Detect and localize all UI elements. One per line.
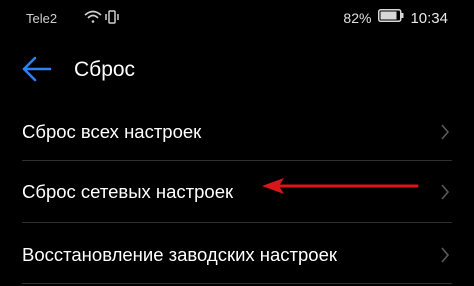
divider xyxy=(22,222,452,223)
chevron-right-icon xyxy=(440,247,450,263)
wifi-icon xyxy=(84,10,102,23)
chevron-right-icon xyxy=(440,124,450,140)
list-item-label: Восстановление заводских настроек xyxy=(22,244,337,265)
list-item-label: Сброс всех настроек xyxy=(22,121,202,142)
factory-reset-item[interactable]: Восстановление заводских настроек xyxy=(0,225,474,283)
divider xyxy=(22,283,452,284)
divider xyxy=(22,160,452,161)
settings-screen: Tele2 82% 10:34 Сброс Сброс всех настрое… xyxy=(0,0,474,286)
status-right: 82% 10:34 xyxy=(343,9,448,27)
app-bar: Сброс xyxy=(0,44,474,100)
clock: 10:34 xyxy=(410,9,448,27)
battery-percent: 82% xyxy=(343,10,372,26)
list-item-label: Сброс сетевых настроек xyxy=(22,181,234,202)
status-bar: Tele2 82% 10:34 xyxy=(0,0,474,36)
page-title: Сброс xyxy=(74,58,136,81)
status-icons xyxy=(83,9,123,30)
reset-all-settings-item[interactable]: Сброс всех настроек xyxy=(0,102,474,160)
back-arrow-icon[interactable] xyxy=(22,56,52,82)
carrier-name: Tele2 xyxy=(26,11,58,26)
annotation-arrow-icon xyxy=(262,177,420,195)
vibrate-icon xyxy=(105,10,119,24)
chevron-right-icon xyxy=(440,184,450,200)
battery-icon xyxy=(378,9,404,27)
